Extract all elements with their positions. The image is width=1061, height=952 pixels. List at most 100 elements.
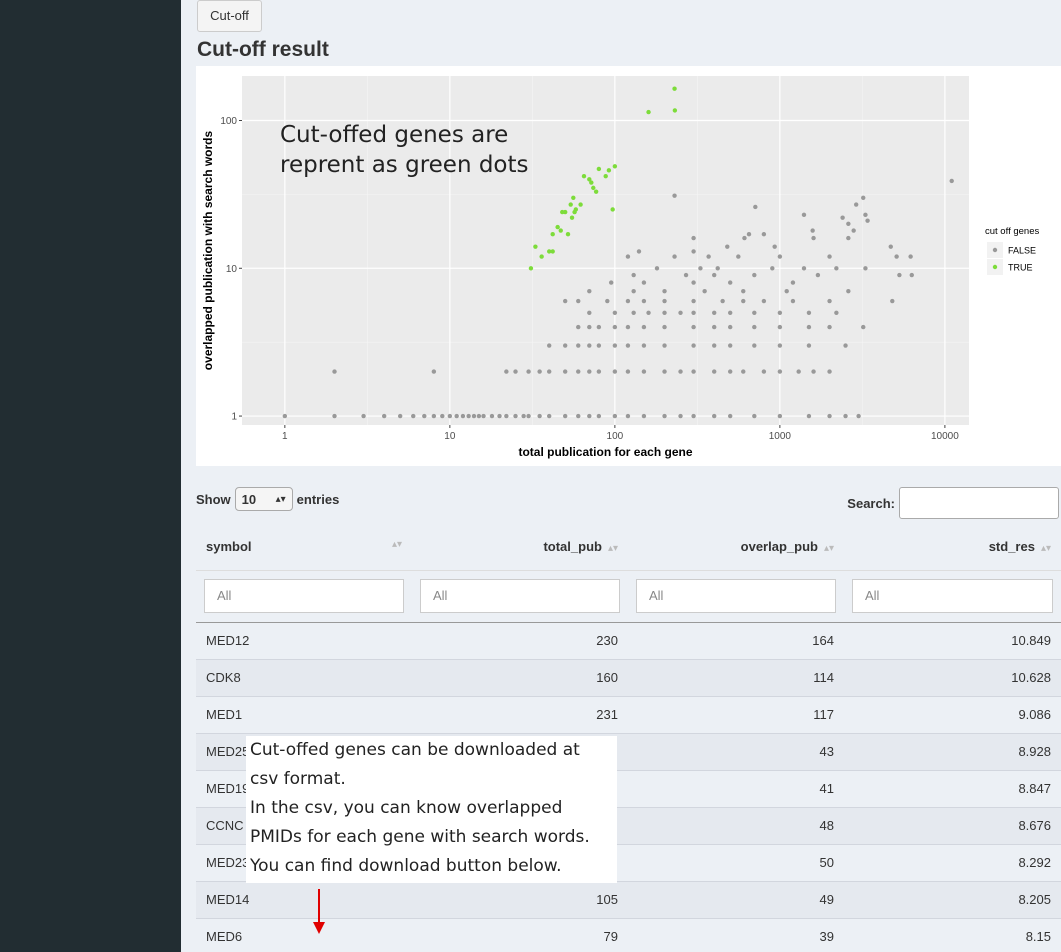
column-header-symbol[interactable]: symbol ▴▾ <box>196 524 412 571</box>
data-point-false <box>641 413 647 419</box>
x-axis-label: total publication for each gene <box>518 445 692 459</box>
data-point-false <box>411 413 416 419</box>
data-point-true <box>610 207 615 212</box>
cell-total-pub: 231 <box>412 696 628 734</box>
data-point-false <box>587 324 592 330</box>
scatter-plot: 1 10 100 1000 10000 1 10 100 total publication f… <box>196 66 1061 466</box>
data-point-false <box>440 413 445 419</box>
data-point-false <box>447 413 453 419</box>
data-point-false <box>454 413 459 419</box>
filter-input-total-pub[interactable]: All <box>420 579 620 613</box>
data-point-false <box>625 298 631 304</box>
cell-overlap-pub: 41 <box>628 770 844 808</box>
data-point-false <box>678 310 683 315</box>
data-point-false <box>636 249 642 254</box>
data-point-false <box>678 369 683 374</box>
data-point-true <box>550 249 555 254</box>
x-tick-label: 100 <box>607 431 624 442</box>
download-note-line: In the csv, you can know overlapped <box>250 798 563 818</box>
data-point-false <box>806 310 812 315</box>
filter-input-std-res[interactable]: All <box>852 579 1053 613</box>
data-point-false <box>834 266 839 271</box>
data-point-false <box>777 413 783 419</box>
section-title: Cut-off result <box>197 38 329 61</box>
cell-std-res: 10.628 <box>844 659 1061 697</box>
data-point-false <box>596 324 602 330</box>
column-header-overlap-pub[interactable]: overlap_pub ▴▾ <box>628 524 844 571</box>
show-label: Show <box>196 491 231 507</box>
data-point-false <box>631 288 636 294</box>
sort-icon: ▴▾ <box>1040 543 1051 555</box>
data-point-false <box>662 369 667 374</box>
plot-annotation-line: reprent as green dots <box>280 152 529 178</box>
column-header-std-res[interactable]: std_res ▴▾ <box>844 524 1061 571</box>
filter-input-overlap-pub[interactable]: All <box>636 579 836 613</box>
data-point-false <box>728 413 733 419</box>
data-point-false <box>562 369 568 374</box>
data-point-true <box>606 168 612 173</box>
data-point-false <box>282 413 288 419</box>
data-point-false <box>596 413 602 419</box>
data-point-false <box>576 413 581 419</box>
data-point-false <box>827 369 832 374</box>
data-point-false <box>752 343 757 348</box>
data-point-false <box>466 413 471 419</box>
data-point-false <box>672 193 677 198</box>
data-point-false <box>949 178 954 184</box>
entries-select[interactable]: 10 ▴▾ <box>234 487 293 511</box>
data-point-false <box>777 369 783 374</box>
data-point-false <box>562 298 568 304</box>
data-point-false <box>612 324 618 330</box>
y-tick-label: 100 <box>220 116 237 127</box>
data-point-true <box>596 166 602 172</box>
legend-label-false: FALSE <box>1008 246 1036 256</box>
cutoff-button[interactable]: Cut-off <box>197 0 262 32</box>
table-row[interactable]: MED12 230 164 10.849 <box>196 622 1061 660</box>
table-row[interactable]: CDK8 160 114 10.628 <box>196 659 1061 697</box>
data-point-false <box>863 266 868 271</box>
data-point-false <box>641 280 647 285</box>
data-point-false <box>691 413 696 419</box>
table-row[interactable]: MED1 231 117 9.086 <box>196 696 1061 734</box>
table-header-row: symbol ▴▾ total_pub ▴▾ overlap_pub ▴▾ std_r… <box>196 524 1061 571</box>
data-point-true <box>672 86 677 91</box>
data-point-false <box>806 343 812 348</box>
data-point-false <box>537 413 542 419</box>
search-input[interactable] <box>899 487 1059 519</box>
data-point-false <box>489 413 495 419</box>
cell-overlap-pub: 49 <box>628 881 844 919</box>
data-point-false <box>662 324 667 330</box>
data-point-false <box>846 288 851 294</box>
data-point-false <box>909 272 914 278</box>
data-point-false <box>851 228 856 233</box>
data-point-false <box>587 413 592 419</box>
data-point-false <box>811 369 816 374</box>
y-tick-label: 10 <box>226 264 238 275</box>
entries-select-value: 10 <box>241 491 257 507</box>
data-point-false <box>728 324 733 330</box>
data-point-false <box>742 235 747 241</box>
cell-symbol: MED14 <box>196 881 412 919</box>
data-point-false <box>806 413 812 419</box>
filter-input-symbol[interactable]: All <box>204 579 404 613</box>
entries-label: entries <box>296 491 340 507</box>
cell-total-pub: 105 <box>412 881 628 919</box>
data-point-false <box>641 343 647 348</box>
data-point-false <box>746 232 752 237</box>
data-point-false <box>752 310 757 315</box>
data-point-false <box>646 310 651 315</box>
data-point-true <box>533 244 538 249</box>
data-point-false <box>834 310 839 315</box>
data-point-false <box>752 413 757 419</box>
data-point-false <box>728 343 733 348</box>
data-point-true <box>558 228 563 233</box>
data-point-false <box>562 343 568 348</box>
data-point-false <box>596 343 602 348</box>
data-point-true <box>539 254 544 259</box>
data-point-false <box>890 298 895 304</box>
data-point-false <box>654 266 660 271</box>
data-point-false <box>625 413 631 419</box>
data-point-false <box>587 343 592 348</box>
column-header-total-pub[interactable]: total_pub ▴▾ <box>412 524 628 571</box>
data-point-false <box>431 413 437 419</box>
